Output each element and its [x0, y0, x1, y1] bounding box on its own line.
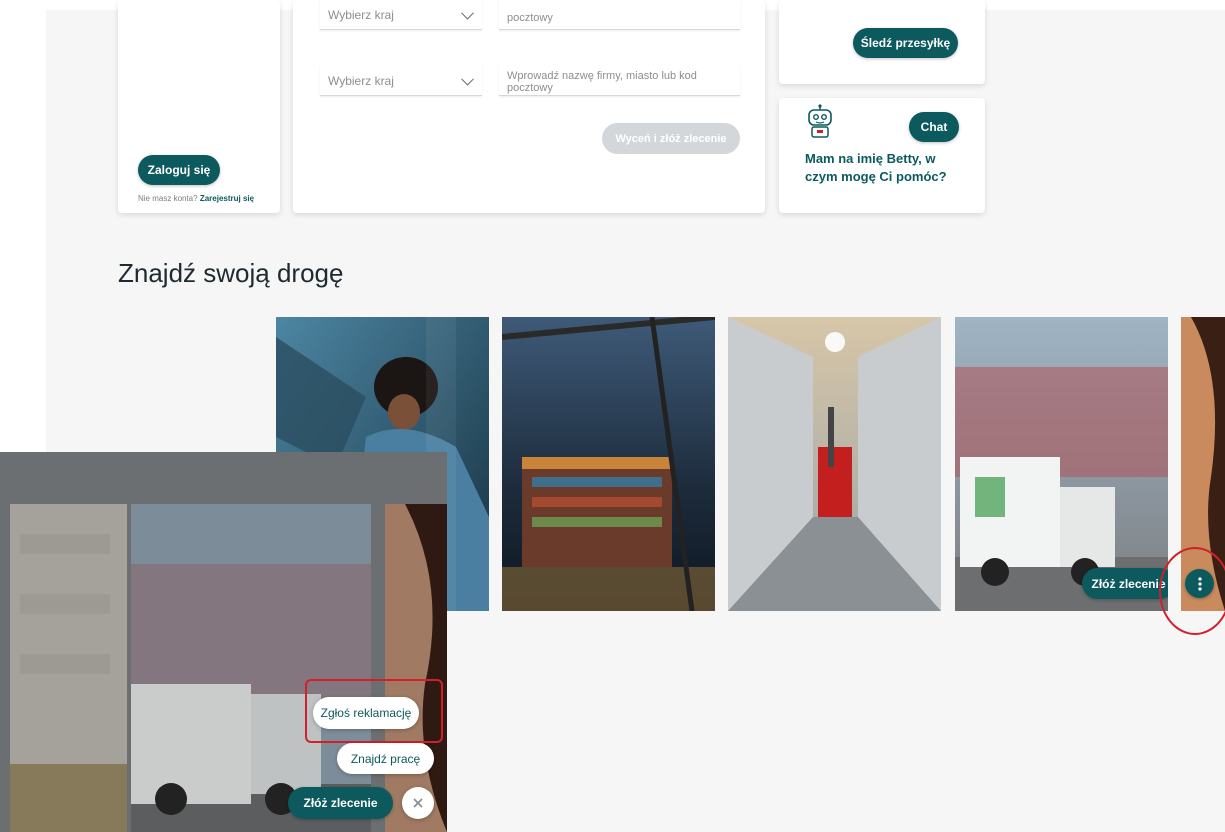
login-card: Zaloguj się Nie masz konta? Zarejestruj …	[118, 0, 280, 213]
destination-address-input[interactable]: Wprowadź nazwę firmy, miasto lub kod poc…	[499, 66, 740, 96]
track-shipment-button[interactable]: Śledź przesyłkę	[853, 28, 958, 58]
login-button[interactable]: Zaloguj się	[138, 155, 220, 185]
close-icon	[413, 798, 423, 808]
tracking-card: Śledź przesyłkę	[779, 0, 985, 84]
find-job-button[interactable]: Znajdź pracę	[337, 743, 434, 774]
origin-address-placeholder: pocztowy	[507, 12, 553, 24]
tile-warehouse-forklift[interactable]	[728, 317, 941, 611]
destination-address-placeholder: Wprowadź nazwę firmy, miasto lub kod poc…	[507, 70, 697, 94]
origin-address-input[interactable]: pocztowy	[499, 0, 740, 30]
zoom-truck-image	[131, 504, 371, 832]
chat-card: Chat Mam na imię Betty, w czym mogę Ci p…	[779, 98, 985, 213]
zoom-partial-image	[385, 504, 447, 832]
destination-country-select[interactable]: Wybierz kraj	[320, 66, 482, 96]
tile-truck-port[interactable]: Złóż zlecenie	[955, 317, 1168, 611]
order-button[interactable]: Złóż zlecenie	[1082, 568, 1168, 599]
complaint-highlight-box	[305, 679, 443, 743]
no-account-text: Nie masz konta?	[138, 194, 198, 203]
quote-submit-button[interactable]: Wyceń i złóż zlecenie	[602, 123, 740, 154]
chevron-down-icon	[461, 6, 474, 20]
origin-country-select[interactable]: Wybierz kraj	[320, 0, 482, 30]
tile-container-ship[interactable]	[502, 317, 715, 611]
quote-form-card: Wybierz kraj pocztowy Wybierz kraj Wprow…	[293, 0, 765, 213]
close-button[interactable]	[402, 787, 434, 819]
container-ship-image	[502, 317, 715, 611]
truck-port-image	[955, 317, 1168, 611]
warehouse-forklift-image	[728, 317, 941, 611]
chat-greeting: Mam na imię Betty, w czym mogę Ci pomóc?	[805, 151, 947, 184]
robot-icon	[808, 104, 832, 138]
section-title: Znajdź swoją drogę	[118, 258, 344, 288]
register-prompt: Nie masz konta? Zarejestruj się	[138, 194, 254, 203]
highlight-circle	[1159, 547, 1225, 635]
register-link[interactable]: Zarejestruj się	[200, 194, 254, 203]
chat-button[interactable]: Chat	[909, 112, 959, 142]
origin-country-value: Wybierz kraj	[328, 7, 394, 22]
zoom-warehouse-image	[10, 504, 127, 832]
zoom-order-button[interactable]: Złóż zlecenie	[288, 787, 393, 819]
zoom-panel: Zgłoś reklamację Znajdź pracę Złóż zlece…	[0, 452, 447, 832]
destination-country-value: Wybierz kraj	[328, 73, 394, 88]
chevron-down-icon	[461, 72, 474, 86]
